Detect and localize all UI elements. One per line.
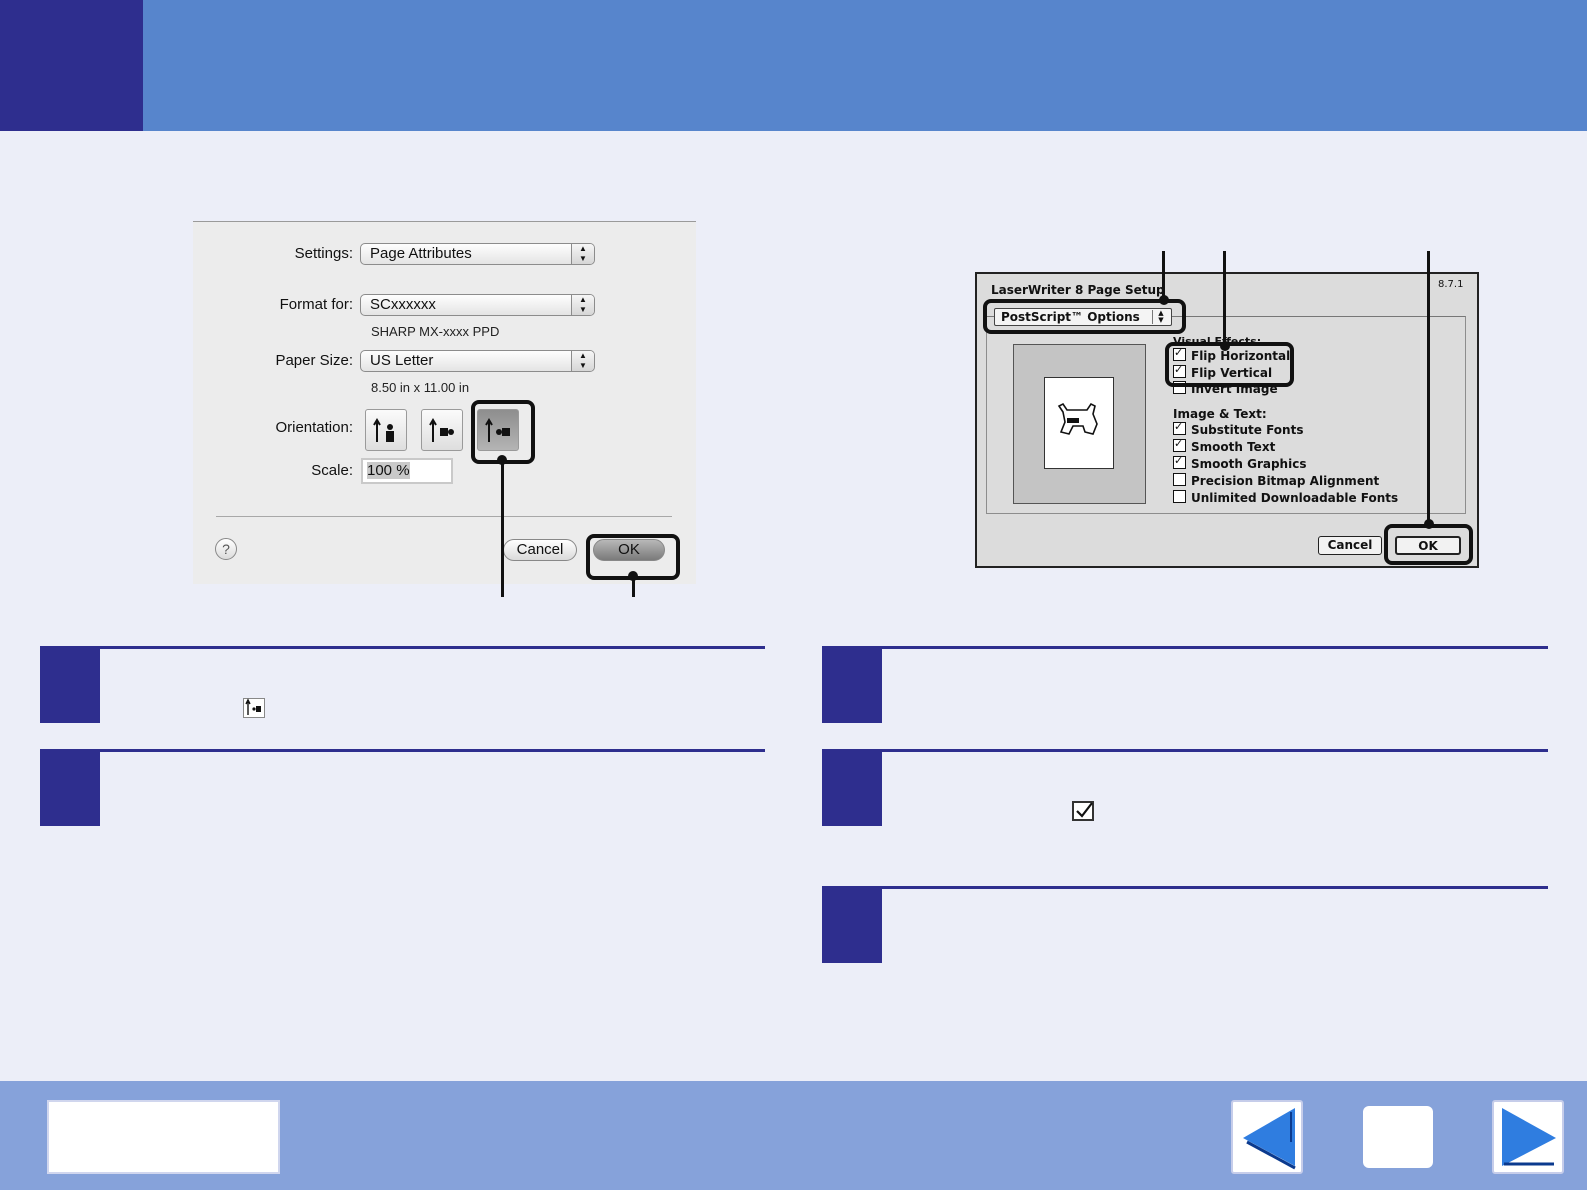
reverse-landscape-icon — [243, 698, 265, 718]
scale-value: 100 % — [367, 462, 410, 479]
unlimited-fonts-checkbox[interactable]: Unlimited Downloadable Fonts — [1173, 490, 1398, 506]
paper-size-popup-value: US Letter — [370, 352, 434, 369]
popup-highlight-box — [983, 299, 1186, 334]
scale-label: Scale: — [311, 462, 353, 479]
checkbox-label: Unlimited Downloadable Fonts — [1191, 491, 1399, 505]
ok-highlight-box — [1384, 524, 1473, 565]
cancel-button[interactable]: Cancel — [503, 539, 577, 561]
orientation-label: Orientation: — [275, 419, 353, 436]
checkbox-label: Substitute Fonts — [1191, 423, 1304, 437]
format-for-popup-value: SCxxxxxx — [370, 296, 436, 313]
updown-arrows-icon: ▲ ▼ — [571, 244, 594, 264]
checkbox-label: Smooth Text — [1191, 440, 1276, 454]
updown-arrows-icon: ▲ ▼ — [571, 351, 594, 371]
checkbox-unchecked-icon — [1173, 490, 1186, 503]
help-button[interactable]: ? — [215, 538, 237, 560]
settings-popup[interactable]: Page Attributes ▲ ▼ — [360, 243, 595, 265]
checkbox-unchecked-icon — [1173, 473, 1186, 486]
next-page-button[interactable] — [1492, 1100, 1564, 1174]
format-for-label: Format for: — [279, 296, 353, 313]
step-number-box — [822, 646, 882, 723]
step-rule — [822, 749, 1548, 752]
flip-highlight-box — [1165, 342, 1294, 387]
callout-dot — [1220, 341, 1230, 351]
cancel-button[interactable]: Cancel — [1318, 536, 1382, 555]
page-header-bar — [0, 0, 1587, 131]
dogcow-icon — [1057, 402, 1098, 435]
page-setup-dialog-macosx: Settings: Page Attributes ▲ ▼ Format for:… — [193, 221, 696, 584]
callout-dot — [1159, 295, 1169, 305]
home-button[interactable] — [1363, 1106, 1433, 1168]
paper-dimensions-text: 8.50 in x 11.00 in — [371, 380, 470, 395]
step-rule — [40, 749, 765, 752]
callout-line — [501, 460, 504, 597]
format-ppd-text: SHARP MX-xxxx PPD — [371, 324, 500, 339]
divider — [216, 516, 672, 517]
step-number-box — [40, 749, 100, 826]
portrait-icon — [373, 418, 394, 442]
orientation-landscape-button[interactable] — [421, 409, 463, 451]
right-arrow-icon — [1502, 1108, 1556, 1166]
step-number-box — [40, 646, 100, 723]
callout-line — [1427, 251, 1430, 524]
step-rule — [822, 646, 1548, 649]
prev-page-button[interactable] — [1231, 1100, 1303, 1174]
preview-page — [1044, 377, 1114, 469]
checkbox-label: Precision Bitmap Alignment — [1191, 474, 1380, 488]
paper-size-label: Paper Size: — [275, 352, 353, 369]
checkbox-label: Smooth Graphics — [1191, 457, 1307, 471]
paper-size-popup[interactable]: US Letter ▲ ▼ — [360, 350, 595, 372]
substitute-fonts-checkbox[interactable]: Substitute Fonts — [1173, 419, 1304, 438]
checkbox-checked-icon — [1173, 453, 1186, 469]
callout-dot — [1424, 519, 1434, 529]
precision-bitmap-checkbox[interactable]: Precision Bitmap Alignment — [1173, 473, 1379, 489]
step-rule — [40, 646, 765, 649]
updown-arrows-icon: ▲ ▼ — [571, 295, 594, 315]
smooth-text-checkbox[interactable]: Smooth Text — [1173, 436, 1276, 455]
format-for-popup[interactable]: SCxxxxxx ▲ ▼ — [360, 294, 595, 316]
left-arrow-icon — [1243, 1108, 1296, 1170]
step-number-box — [822, 749, 882, 826]
step-number-box — [822, 886, 882, 963]
scale-input[interactable]: 100 % — [361, 458, 453, 484]
settings-label: Settings: — [294, 245, 353, 262]
callout-line — [1162, 251, 1165, 299]
landscape-icon — [429, 418, 454, 442]
orientation-portrait-button[interactable] — [365, 409, 407, 451]
callout-line — [1223, 251, 1226, 346]
smooth-graphics-checkbox[interactable]: Smooth Graphics — [1173, 453, 1307, 472]
checkbox-checked-icon — [1072, 801, 1094, 821]
step-rule — [822, 886, 1548, 889]
callout-line — [632, 576, 635, 597]
preview-frame — [1013, 344, 1146, 504]
dialog-title: LaserWriter 8 Page Setup — [991, 283, 1165, 297]
settings-popup-value: Page Attributes — [370, 245, 472, 262]
contents-button[interactable] — [47, 1100, 280, 1174]
version-text: 8.7.1 — [1438, 279, 1464, 290]
checkbox-checked-icon — [1173, 436, 1186, 452]
checkbox-checked-icon — [1173, 419, 1186, 435]
chapter-tab — [0, 0, 143, 131]
image-text-heading: Image & Text: — [1173, 407, 1267, 421]
